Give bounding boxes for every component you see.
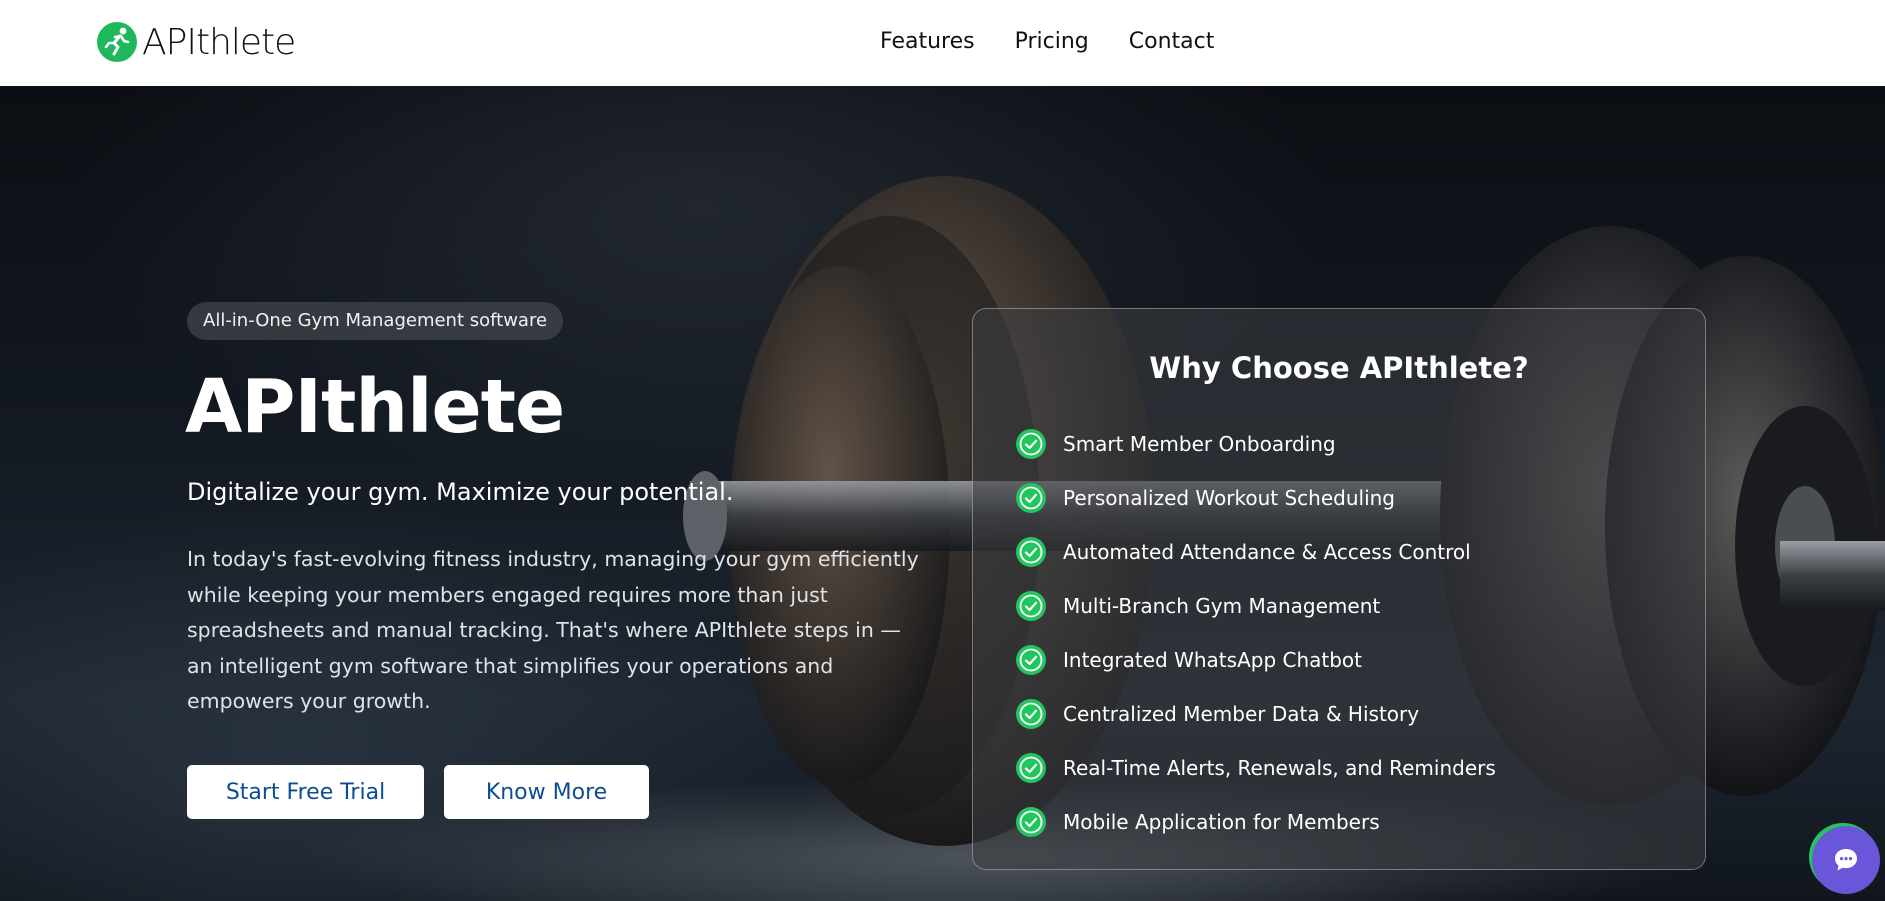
nav-link-pricing[interactable]: Pricing bbox=[1015, 26, 1089, 58]
start-free-trial-button[interactable]: Start Free Trial bbox=[187, 765, 424, 819]
check-circle-icon bbox=[1016, 753, 1046, 783]
check-circle-icon bbox=[1016, 429, 1046, 459]
feature-label: Multi-Branch Gym Management bbox=[1063, 594, 1381, 618]
card-title: Why Choose APIthlete? bbox=[1149, 351, 1529, 385]
hero-description: In today's fast-evolving fitness industr… bbox=[187, 547, 919, 713]
brand-logo[interactable]: APIthlete bbox=[96, 20, 296, 64]
feature-label: Automated Attendance & Access Control bbox=[1063, 540, 1471, 564]
check-circle-icon bbox=[1016, 591, 1046, 621]
why-choose-card: Why Choose APIthlete? Smart Member Onboa… bbox=[972, 308, 1706, 870]
nav-link-contact[interactable]: Contact bbox=[1129, 26, 1215, 58]
feature-item: Centralized Member Data & History bbox=[1015, 687, 1496, 741]
feature-item: Smart Member Onboarding bbox=[1015, 417, 1496, 471]
know-more-button[interactable]: Know More bbox=[444, 765, 649, 819]
feature-label: Centralized Member Data & History bbox=[1063, 702, 1420, 726]
feature-label: Integrated WhatsApp Chatbot bbox=[1063, 648, 1363, 672]
main-nav: Features Pricing Contact bbox=[880, 26, 1214, 58]
feature-label: Real-Time Alerts, Renewals, and Reminder… bbox=[1063, 756, 1496, 780]
hero-badge: All-in-One Gym Management software bbox=[187, 302, 564, 340]
feature-label: Personalized Workout Scheduling bbox=[1063, 486, 1396, 510]
chat-widget-button[interactable] bbox=[1812, 826, 1880, 894]
feature-item: Integrated WhatsApp Chatbot bbox=[1015, 633, 1496, 687]
check-circle-icon bbox=[1016, 807, 1046, 837]
check-circle-icon bbox=[1016, 699, 1046, 729]
chat-bubble-icon bbox=[1835, 849, 1857, 871]
feature-item: Multi-Branch Gym Management bbox=[1015, 579, 1496, 633]
hero-section: All-in-One Gym Management software APIth… bbox=[0, 86, 1885, 901]
hero-tagline: Digitalize your gym. Maximize your poten… bbox=[187, 478, 734, 506]
feature-item: Real-Time Alerts, Renewals, and Reminder… bbox=[1015, 741, 1496, 795]
feature-item: Personalized Workout Scheduling bbox=[1015, 471, 1496, 525]
nav-link-features[interactable]: Features bbox=[880, 26, 975, 58]
brand-name: APIthlete bbox=[142, 21, 296, 63]
feature-list: Smart Member Onboarding Personalized Wor… bbox=[1015, 417, 1496, 849]
feature-label: Smart Member Onboarding bbox=[1063, 432, 1336, 456]
check-circle-icon bbox=[1016, 537, 1046, 567]
feature-item: Mobile Application for Members bbox=[1015, 795, 1496, 849]
feature-label: Mobile Application for Members bbox=[1063, 810, 1380, 834]
site-header: APIthlete Features Pricing Contact bbox=[0, 0, 1885, 86]
check-circle-icon bbox=[1016, 483, 1046, 513]
hero-title: APIthlete bbox=[185, 364, 565, 450]
feature-item: Automated Attendance & Access Control bbox=[1015, 525, 1496, 579]
running-person-icon bbox=[97, 22, 137, 62]
check-circle-icon bbox=[1016, 645, 1046, 675]
